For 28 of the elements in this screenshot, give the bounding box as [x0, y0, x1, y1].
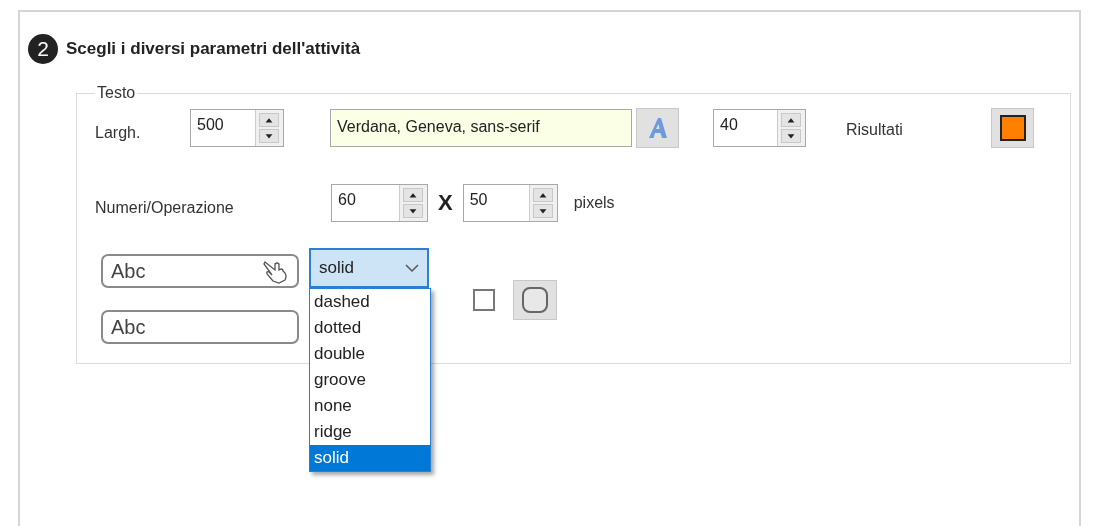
- chevron-down-icon: [405, 263, 419, 273]
- font-size-spinner[interactable]: 40: [713, 109, 806, 147]
- times-sign: X: [438, 190, 453, 216]
- number-width-spinner[interactable]: 60: [331, 184, 428, 222]
- color-button[interactable]: [991, 108, 1034, 148]
- preview-field[interactable]: Abc: [101, 254, 299, 288]
- dropdown-option[interactable]: dotted: [310, 315, 430, 341]
- dropdown-option[interactable]: double: [310, 341, 430, 367]
- section-title: Scegli i diversi parametri dell'attività: [66, 39, 361, 59]
- dropdown-option[interactable]: none: [310, 393, 430, 419]
- dropdown-option[interactable]: groove: [310, 367, 430, 393]
- font-field[interactable]: Verdana, Geneva, sans-serif: [330, 109, 632, 147]
- dropdown-option[interactable]: solid: [310, 445, 430, 471]
- border-style-select[interactable]: solid: [309, 248, 429, 288]
- unit-label: pixels: [573, 194, 615, 212]
- dropdown-option[interactable]: dashed: [310, 289, 430, 315]
- numbers-label: Numeri/Operazione: [95, 199, 235, 217]
- preview-field[interactable]: Abc: [101, 310, 299, 344]
- width-spinner[interactable]: 500: [190, 109, 284, 147]
- rounded-square-icon: [521, 286, 549, 314]
- group-label: Testo: [96, 84, 137, 102]
- corner-button[interactable]: [513, 280, 557, 320]
- width-label: Largh.: [95, 124, 142, 142]
- checkbox[interactable]: [473, 289, 495, 311]
- dropdown-option[interactable]: ridge: [310, 419, 430, 445]
- results-label: Risultati: [846, 121, 904, 139]
- step-number: 2: [28, 34, 58, 64]
- number-height-spinner[interactable]: 50: [462, 184, 558, 222]
